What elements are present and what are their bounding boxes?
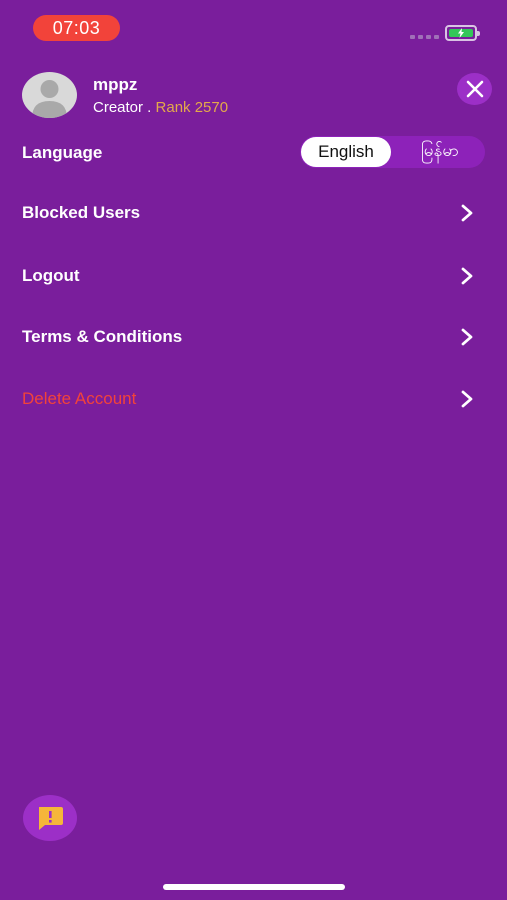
menu-item-delete-account[interactable]: Delete Account <box>22 381 485 417</box>
feedback-button[interactable] <box>23 795 77 841</box>
chevron-right-icon <box>461 267 473 285</box>
avatar-placeholder-icon[interactable] <box>22 72 77 118</box>
menu-item-label: Delete Account <box>22 389 137 408</box>
username: mppz <box>93 75 138 94</box>
language-toggle[interactable]: English မြန်မာ <box>300 136 485 168</box>
menu-item-label: Logout <box>22 266 80 285</box>
language-row: Language English မြန်မာ <box>22 134 485 170</box>
feedback-icon <box>39 807 63 830</box>
signal-icon <box>410 35 439 39</box>
menu-item-blocked-users[interactable]: Blocked Users <box>22 195 485 231</box>
chevron-right-icon <box>461 204 473 222</box>
close-icon <box>466 80 483 98</box>
menu-item-label: Terms & Conditions <box>22 327 183 346</box>
menu-item-logout[interactable]: Logout <box>22 258 485 294</box>
role-line: Creator . Rank 2570 <box>93 99 228 116</box>
language-label: Language <box>22 143 103 162</box>
chevron-right-icon <box>461 390 473 408</box>
role-label: Creator . <box>93 99 152 116</box>
language-option-myanmar[interactable]: မြန်မာ <box>400 136 480 168</box>
status-bar: 07:03 <box>0 0 507 56</box>
menu-item-label: Blocked Users <box>22 203 141 222</box>
battery-charging-icon <box>445 25 480 41</box>
status-time: 07:03 <box>33 15 120 41</box>
home-indicator[interactable] <box>163 884 345 890</box>
language-option-english[interactable]: English <box>301 137 391 167</box>
close-button[interactable] <box>457 73 492 105</box>
rank-label: Rank 2570 <box>155 99 229 116</box>
menu-item-terms[interactable]: Terms & Conditions <box>22 319 485 355</box>
profile-header: mppz Creator . Rank 2570 <box>22 72 492 122</box>
chevron-right-icon <box>461 328 473 346</box>
